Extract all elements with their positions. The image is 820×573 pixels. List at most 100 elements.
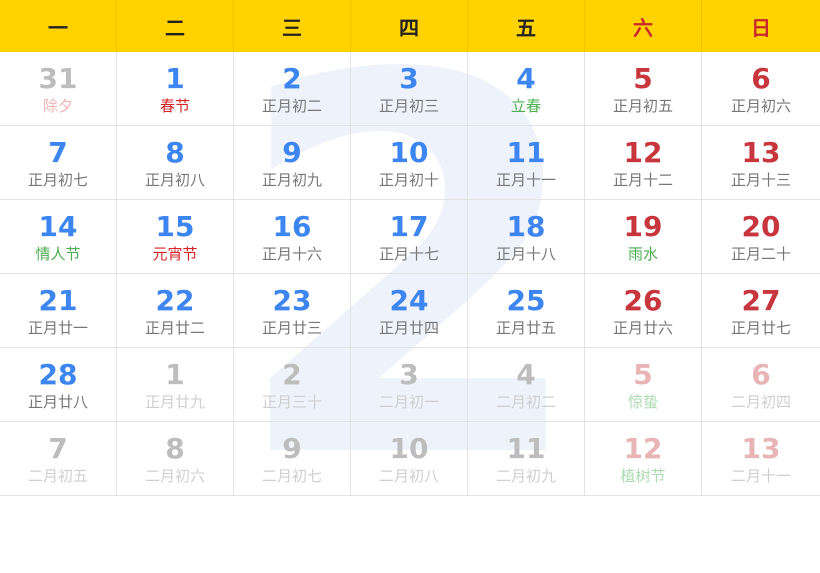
day-cell[interactable]: 14 情人节 (0, 200, 117, 274)
lunar-label: 二月初四 (730, 392, 791, 411)
day-cell[interactable]: 12 植树节 (585, 422, 702, 496)
day-number: 2 (282, 357, 302, 391)
day-cell[interactable]: 4 二月初二 (468, 348, 585, 422)
day-cell[interactable]: 20 正月二十 (702, 200, 820, 274)
day-number: 10 (389, 431, 429, 465)
day-number: 21 (38, 283, 78, 317)
day-cell[interactable]: 3 二月初一 (351, 348, 468, 422)
day-cell[interactable]: 8 正月初八 (117, 126, 234, 200)
day-cell[interactable]: 13 正月十三 (702, 126, 820, 200)
day-cell[interactable]: 17 正月十七 (351, 200, 468, 274)
lunar-label: 二月十一 (730, 466, 791, 485)
day-cell[interactable]: 5 正月初五 (585, 52, 702, 126)
lunar-label: 正月廿八 (27, 392, 88, 411)
day-number: 12 (623, 135, 663, 169)
day-cell[interactable]: 31 除夕 (0, 52, 117, 126)
weekday-mon: 一 (0, 0, 117, 52)
day-number: 24 (389, 283, 429, 317)
day-number: 1 (165, 61, 185, 95)
lunar-label: 二月初一 (378, 392, 439, 411)
lunar-label: 正月十三 (730, 170, 791, 189)
day-number: 7 (48, 135, 68, 169)
day-cell[interactable]: 27 正月廿七 (702, 274, 820, 348)
lunar-label: 正月廿五 (495, 318, 556, 337)
lunar-label: 正月二十 (730, 244, 791, 263)
day-cell[interactable]: 15 元宵节 (117, 200, 234, 274)
day-cell[interactable]: 11 正月十一 (468, 126, 585, 200)
lunar-label: 正月初五 (612, 96, 673, 115)
day-cell[interactable]: 7 正月初七 (0, 126, 117, 200)
lunar-label: 雨水 (627, 244, 658, 263)
day-cell[interactable]: 7 二月初五 (0, 422, 117, 496)
day-cell[interactable]: 2 正月三十 (234, 348, 351, 422)
day-grid: 31 除夕 1 春节 2 正月初二 3 正月初三 4 立春 5 正月初五 6 正月初六 7 正月… (0, 52, 820, 499)
day-number: 14 (38, 209, 78, 243)
day-number: 8 (165, 431, 185, 465)
day-cell[interactable]: 6 正月初六 (702, 52, 820, 126)
day-cell[interactable]: 11 二月初九 (468, 422, 585, 496)
lunar-label: 正月十一 (495, 170, 556, 189)
lunar-label: 二月初八 (378, 466, 439, 485)
day-cell[interactable]: 21 正月廿一 (0, 274, 117, 348)
day-number: 22 (155, 283, 195, 317)
lunar-label: 二月初六 (144, 466, 205, 485)
day-cell[interactable]: 1 正月廿九 (117, 348, 234, 422)
day-cell[interactable]: 8 二月初六 (117, 422, 234, 496)
day-cell[interactable]: 2 正月初二 (234, 52, 351, 126)
lunar-label: 正月十二 (612, 170, 673, 189)
lunar-label: 正月廿一 (27, 318, 88, 337)
day-cell[interactable]: 19 雨水 (585, 200, 702, 274)
weekday-sun: 日 (751, 15, 771, 40)
day-cell[interactable]: 24 正月廿四 (351, 274, 468, 348)
day-number: 26 (623, 283, 663, 317)
lunar-label: 正月初三 (378, 96, 439, 115)
day-cell[interactable]: 9 二月初七 (234, 422, 351, 496)
day-number: 4 (516, 61, 536, 95)
lunar-label: 元宵节 (152, 244, 198, 263)
day-number: 18 (506, 209, 546, 243)
day-cell[interactable]: 3 正月初三 (351, 52, 468, 126)
weekday-tue: 二 (117, 0, 234, 52)
lunar-label: 惊蛰 (627, 392, 658, 411)
day-cell[interactable]: 26 正月廿六 (585, 274, 702, 348)
weekday-sat: 六 (585, 0, 702, 52)
lunar-label: 正月廿六 (612, 318, 673, 337)
day-cell[interactable]: 16 正月十六 (234, 200, 351, 274)
day-cell[interactable]: 1 春节 (117, 52, 234, 126)
day-number: 9 (282, 135, 302, 169)
day-cell[interactable]: 10 二月初八 (351, 422, 468, 496)
day-cell[interactable]: 18 正月十八 (468, 200, 585, 274)
weekday-header: 一 二 三 四 五 六 日 (0, 0, 820, 52)
lunar-label: 正月初七 (27, 170, 88, 189)
day-number: 1 (165, 357, 185, 391)
day-number: 4 (516, 357, 536, 391)
day-cell[interactable]: 28 正月廿八 (0, 348, 117, 422)
lunar-label: 正月初九 (261, 170, 322, 189)
lunar-label: 正月初六 (730, 96, 791, 115)
day-cell[interactable]: 10 正月初十 (351, 126, 468, 200)
day-number: 15 (155, 209, 195, 243)
day-cell[interactable]: 5 惊蛰 (585, 348, 702, 422)
day-cell[interactable]: 9 正月初九 (234, 126, 351, 200)
weekday-fri: 五 (468, 0, 585, 52)
day-cell[interactable]: 13 二月十一 (702, 422, 820, 496)
day-cell[interactable]: 6 二月初四 (702, 348, 820, 422)
lunar-label: 正月十八 (495, 244, 556, 263)
lunar-label: 正月廿二 (144, 318, 205, 337)
day-cell[interactable]: 4 立春 (468, 52, 585, 126)
lunar-label: 二月初二 (495, 392, 556, 411)
day-number: 19 (623, 209, 663, 243)
day-number: 13 (741, 431, 781, 465)
lunar-label: 情人节 (35, 244, 81, 263)
weekday-thu: 四 (351, 0, 468, 52)
day-cell[interactable]: 23 正月廿三 (234, 274, 351, 348)
lunar-label: 除夕 (42, 96, 73, 115)
day-cell[interactable]: 25 正月廿五 (468, 274, 585, 348)
day-number: 17 (389, 209, 429, 243)
lunar-label: 春节 (159, 96, 190, 115)
day-number: 27 (741, 283, 781, 317)
day-cell[interactable]: 22 正月廿二 (117, 274, 234, 348)
lunar-label: 正月十七 (378, 244, 439, 263)
day-cell[interactable]: 12 正月十二 (585, 126, 702, 200)
day-number: 6 (751, 61, 771, 95)
